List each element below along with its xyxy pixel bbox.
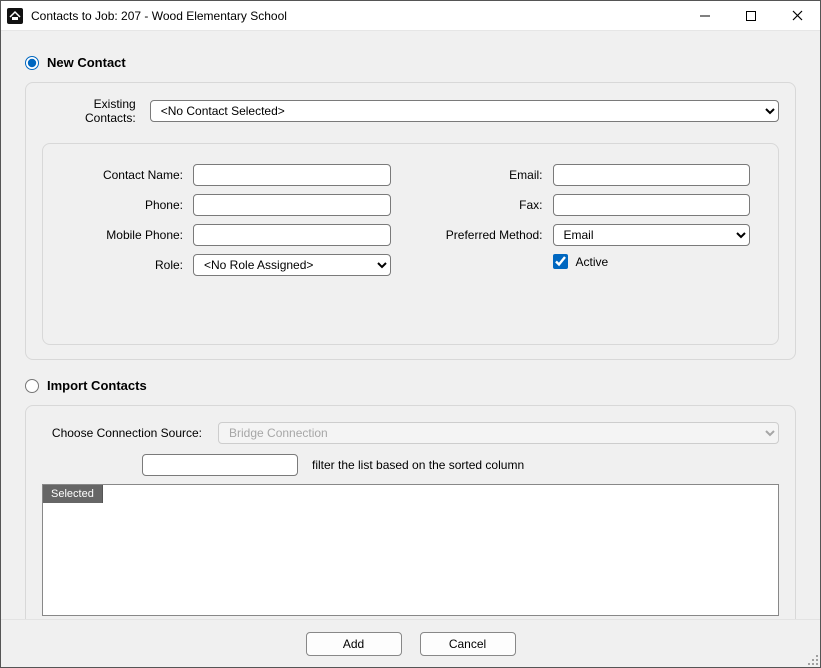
filter-input[interactable] — [142, 454, 298, 476]
import-grid[interactable]: Selected — [42, 484, 779, 616]
connection-source-select[interactable]: Bridge Connection — [218, 422, 779, 444]
mobile-phone-input[interactable] — [193, 224, 391, 246]
active-label: Active — [576, 255, 609, 269]
active-checkbox[interactable] — [553, 254, 568, 269]
existing-contacts-label: Existing Contacts: — [42, 97, 136, 125]
fax-label: Fax: — [431, 198, 543, 212]
contact-fields-group: Contact Name: Phone: Mobile Phone: — [42, 143, 779, 345]
contact-name-label: Contact Name: — [71, 168, 183, 182]
titlebar: Contacts to Job: 207 - Wood Elementary S… — [1, 1, 820, 31]
add-button[interactable]: Add — [306, 632, 402, 656]
email-input[interactable] — [553, 164, 751, 186]
phone-label: Phone: — [71, 198, 183, 212]
cancel-button[interactable]: Cancel — [420, 632, 516, 656]
dialog-window: Contacts to Job: 207 - Wood Elementary S… — [0, 0, 821, 668]
new-contact-group: Existing Contacts: <No Contact Selected>… — [25, 82, 796, 360]
mobile-phone-label: Mobile Phone: — [71, 228, 183, 242]
content-area: New Contact Existing Contacts: <No Conta… — [1, 31, 820, 619]
mode-import-contacts-radio[interactable] — [25, 379, 39, 393]
preferred-method-select[interactable]: Email — [553, 224, 751, 246]
app-icon — [7, 8, 23, 24]
window-title: Contacts to Job: 207 - Wood Elementary S… — [31, 9, 287, 23]
maximize-button[interactable] — [728, 1, 774, 31]
filter-hint: filter the list based on the sorted colu… — [312, 458, 524, 472]
mode-new-contact-label: New Contact — [47, 55, 126, 70]
role-label: Role: — [71, 258, 183, 272]
preferred-method-label: Preferred Method: — [431, 228, 543, 242]
grid-col-selected[interactable]: Selected — [43, 485, 103, 503]
role-select[interactable]: <No Role Assigned> — [193, 254, 391, 276]
contact-name-input[interactable] — [193, 164, 391, 186]
dialog-footer: Add Cancel — [1, 619, 820, 667]
email-label: Email: — [431, 168, 543, 182]
fax-input[interactable] — [553, 194, 751, 216]
phone-input[interactable] — [193, 194, 391, 216]
minimize-button[interactable] — [682, 1, 728, 31]
resize-grip[interactable] — [806, 653, 818, 665]
connection-source-label: Choose Connection Source: — [42, 426, 202, 440]
close-button[interactable] — [774, 1, 820, 31]
import-grid-body: Selected — [43, 485, 778, 615]
mode-new-contact-radio[interactable] — [25, 56, 39, 70]
existing-contacts-select[interactable]: <No Contact Selected> — [150, 100, 779, 122]
mode-import-contacts-label: Import Contacts — [47, 378, 147, 393]
import-contacts-group: Choose Connection Source: Bridge Connect… — [25, 405, 796, 619]
